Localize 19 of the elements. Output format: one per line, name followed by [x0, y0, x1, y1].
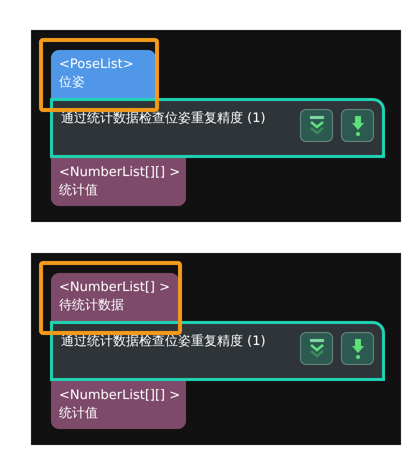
download-button[interactable]	[341, 332, 374, 365]
port-name: 统计值	[59, 405, 99, 423]
port-name: 待统计数据	[59, 297, 125, 315]
down-arrow-icon	[350, 338, 364, 360]
expand-button[interactable]	[300, 332, 333, 365]
port-type: <NumberList[][] >	[59, 164, 178, 182]
download-button[interactable]	[341, 109, 374, 142]
double-chevron-icon	[308, 114, 326, 136]
port-type: <NumberList[] >	[59, 279, 171, 297]
port-type: <PoseList>	[59, 56, 135, 74]
down-arrow-icon	[350, 114, 364, 136]
port-type: <NumberList[][] >	[59, 387, 178, 405]
port-tag[interactable]: <NumberList[][] > 统计值	[51, 381, 186, 429]
port-name: 位姿	[59, 74, 86, 92]
expand-button[interactable]	[300, 109, 333, 142]
double-chevron-icon	[308, 338, 326, 360]
port-tag[interactable]: <NumberList[][] > 统计值	[51, 158, 186, 206]
port-name: 统计值	[59, 182, 99, 200]
port-tag[interactable]: <NumberList[] > 待统计数据	[51, 273, 179, 321]
